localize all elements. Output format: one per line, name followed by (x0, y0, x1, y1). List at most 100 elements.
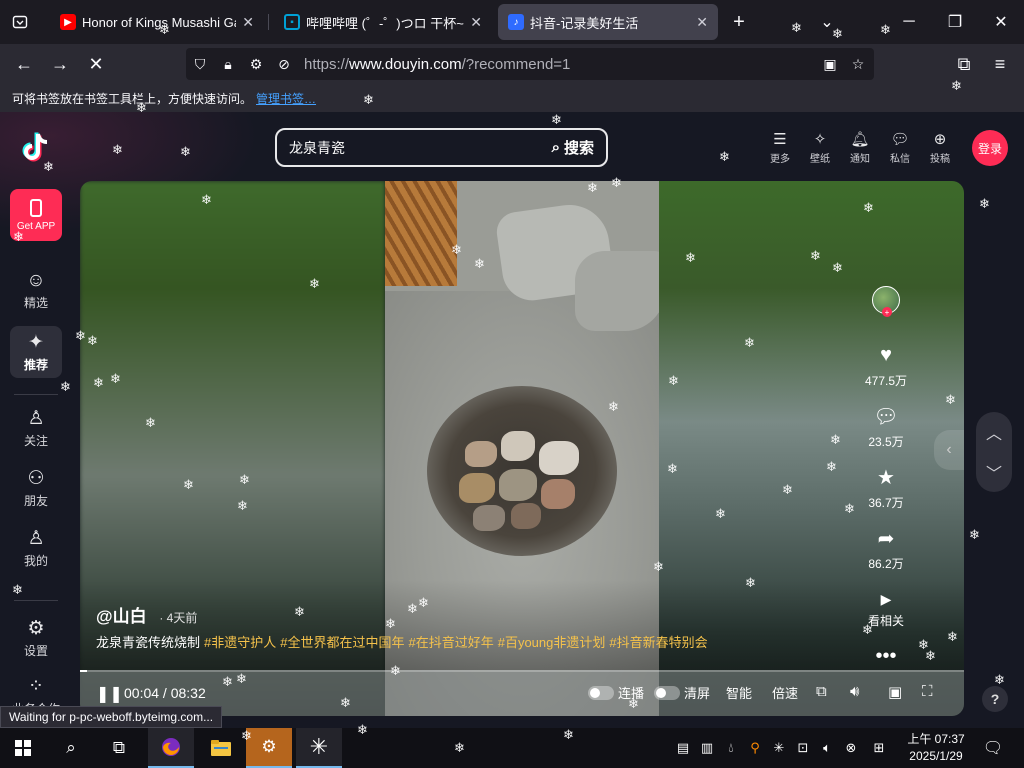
video-author[interactable]: @山白 · 4天前 (96, 602, 197, 627)
sidebar-divider (14, 600, 58, 601)
toggle-switch[interactable] (654, 685, 680, 700)
tray-network-icon[interactable]: ⊡ (792, 728, 814, 768)
tab-list-icon[interactable] (0, 0, 40, 44)
lock-icon[interactable]: 🔒︎ (214, 48, 242, 80)
related-label: 看相关 (867, 614, 904, 628)
close-window-icon[interactable]: ✕ (978, 0, 1024, 44)
tab-douyin[interactable]: ♪ 抖音-记录美好生活 ✕ (498, 4, 718, 40)
fullscreen-icon[interactable]: ⛶ (922, 683, 933, 700)
video-rock (575, 251, 659, 331)
login-button[interactable]: 登录 (972, 130, 1008, 166)
sidebar-item-recommend[interactable]: ✦ 推荐 (10, 326, 62, 378)
hashtag-link[interactable]: #在抖音过好年 (408, 635, 493, 650)
pause-icon[interactable]: ❚❚ (96, 684, 123, 704)
sidebar-item-friends[interactable]: ⚇ 朋友 (10, 462, 62, 514)
firefox-icon[interactable] (148, 728, 194, 768)
toggle-switch[interactable] (588, 685, 614, 700)
app-icon[interactable]: ⚙ (246, 728, 292, 768)
progress-bar[interactable] (80, 670, 964, 672)
notification-label: 通知 (850, 154, 870, 165)
follow-plus-icon[interactable]: + (882, 307, 892, 317)
speed-button[interactable]: 倍速 (772, 683, 798, 702)
autoplay-toggle[interactable]: 连播 (588, 683, 644, 702)
message-button[interactable]: 💬︎ 私信 (880, 128, 920, 165)
help-icon[interactable]: ? (982, 686, 1008, 712)
hashtag-link[interactable]: #全世界都在过中国年 (280, 635, 404, 650)
shield-icon[interactable]: ⛉ (186, 48, 214, 80)
tray-close-icon[interactable]: ⊗ (840, 728, 862, 768)
tab-overflow-icon[interactable]: ⌄ (804, 0, 850, 44)
sidebar-item-settings[interactable]: ⚙ 设置 (10, 612, 62, 664)
bookmark-star-icon[interactable]: ☆ (844, 48, 872, 80)
more-label: 更多 (770, 154, 790, 165)
tray-volume-muted-icon[interactable]: 🔈︎ (816, 728, 838, 768)
search-box[interactable]: ⌕ 搜索 (275, 128, 608, 167)
webpage-fullscreen-icon[interactable]: ▣ (888, 683, 902, 701)
pip-icon[interactable]: ⧉ (816, 683, 827, 700)
favorite-count: 36.7万 (868, 496, 904, 510)
comment-button[interactable]: 💬︎ 23.5万 (868, 403, 903, 450)
search-button[interactable]: ⌕ 搜索 (552, 137, 594, 158)
hashtag-link[interactable]: #抖音新春特别会 (609, 635, 707, 650)
hashtag-link[interactable]: #百young非遗计划 (498, 635, 606, 650)
close-tab-icon[interactable]: ✕ (696, 14, 708, 31)
previous-video-icon[interactable]: ︿ (986, 420, 1002, 444)
volume-icon[interactable]: 🔊︎ (850, 683, 859, 700)
tray-drop-icon[interactable]: 💧︎ (720, 728, 742, 768)
related-button[interactable]: ▶ 看相关 (868, 586, 904, 629)
restore-icon[interactable]: ❐ (932, 0, 978, 44)
close-tab-icon[interactable]: ✕ (242, 14, 254, 31)
wallpaper-button[interactable]: ✧ 壁纸 (800, 128, 840, 165)
extensions-icon[interactable]: ⧉ (948, 48, 980, 80)
favorite-button[interactable]: ★ 36.7万 (868, 464, 903, 511)
reader-view-icon[interactable]: ▣ (816, 48, 844, 80)
url-bar[interactable]: ⛉ 🔒︎ ⚙ ⊘ https://www.douyin.com/?recomme… (186, 48, 874, 80)
search-icon[interactable]: ⌕ (48, 728, 94, 768)
capture-tool-icon[interactable]: ✳ (296, 728, 342, 768)
hashtag-link[interactable]: #非遗守护人 (204, 635, 276, 650)
stop-loading-icon[interactable]: ✕ (80, 48, 112, 80)
clear-screen-toggle[interactable]: 清屏 (654, 683, 710, 702)
sidebar-item-follow[interactable]: ♙ 关注 (10, 402, 62, 454)
like-button[interactable]: ♥ 477.5万 (865, 342, 907, 389)
share-button[interactable]: ➦ 86.2万 (868, 525, 903, 572)
windows-start-icon[interactable] (0, 728, 46, 768)
tray-ime-icon[interactable]: ⊞ (868, 728, 890, 768)
notification-center-icon[interactable]: 🗨︎ (980, 728, 1006, 768)
more-options-button[interactable]: ••• (875, 643, 896, 669)
collapse-panel-icon[interactable]: ‹ (934, 430, 964, 470)
author-avatar[interactable]: + (872, 286, 900, 317)
video-stone (511, 503, 541, 529)
forward-icon[interactable]: → (44, 48, 76, 80)
quality-button[interactable]: 智能 (726, 683, 752, 702)
next-video-icon[interactable]: ﹀ (986, 460, 1002, 484)
manage-bookmarks-link[interactable]: 管理书签… (256, 90, 316, 107)
upload-button[interactable]: ⊕ 投稿 (920, 128, 960, 165)
tray-app-icon[interactable]: ▤ (672, 728, 694, 768)
sidebar-item-mine[interactable]: ♙ 我的 (10, 522, 62, 574)
get-app-button[interactable]: Get APP (10, 189, 62, 241)
new-tab-button[interactable]: + (716, 0, 762, 44)
douyin-logo[interactable] (18, 130, 54, 166)
minimize-icon[interactable]: ─ (886, 0, 932, 44)
more-button[interactable]: ☰ 更多 (760, 128, 800, 165)
sidebar-item-featured[interactable]: ☺ 精选 (10, 264, 62, 316)
app-menu-icon[interactable]: ≡ (984, 48, 1016, 80)
tray-app-icon[interactable]: ▥ (696, 728, 718, 768)
tab-bilibili[interactable]: ▪ 哔哩哔哩 (゜-゜)つロ 干杯~-bili ✕ (274, 4, 492, 40)
tab-youtube[interactable]: ▶ Honor of Kings Musashi Gam ✕ (50, 4, 264, 40)
notification-button[interactable]: 🔔︎ 通知 (840, 128, 880, 165)
url-text[interactable]: https://www.douyin.com/?recommend=1 (304, 56, 570, 73)
task-view-icon[interactable]: ⧉ (96, 728, 142, 768)
taskbar-clock[interactable]: 上午 07:37 2025/1/29 (896, 731, 976, 765)
tracking-blocked-icon[interactable]: ⊘ (270, 48, 298, 80)
author-name[interactable]: @山白 (96, 607, 147, 626)
file-explorer-icon[interactable] (198, 728, 244, 768)
permissions-icon[interactable]: ⚙ (242, 48, 270, 80)
video-player[interactable]: @山白 · 4天前 龙泉青瓷传统烧制 #非遗守护人 #全世界都在过中国年 #在抖音过好… (80, 181, 964, 716)
close-tab-icon[interactable]: ✕ (470, 14, 482, 31)
back-icon[interactable]: ← (8, 48, 40, 80)
search-input[interactable] (289, 139, 552, 156)
tray-search-icon[interactable]: ⚲ (744, 728, 766, 768)
tray-bluetooth-icon[interactable]: ✳ (768, 728, 790, 768)
